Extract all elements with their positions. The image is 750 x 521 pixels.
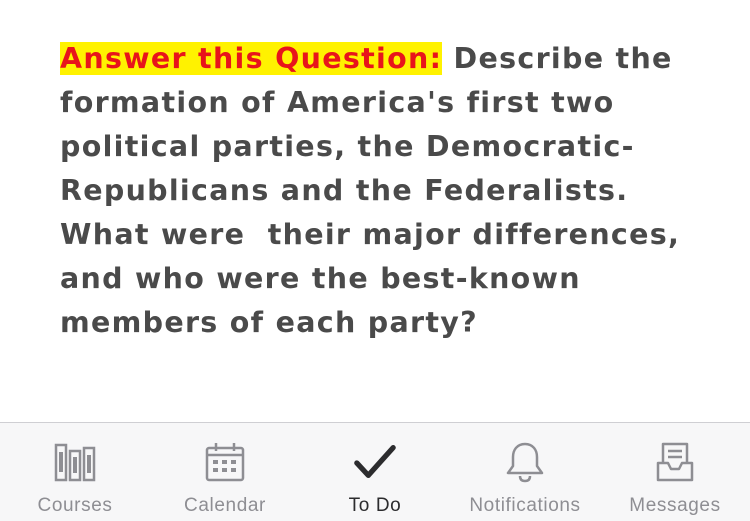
page: Answer this Question: Describe the forma… bbox=[0, 0, 750, 521]
bottom-tab-bar: Courses Calendar To Do Notifications Mes… bbox=[0, 422, 750, 521]
tab-calendar-label: Calendar bbox=[184, 495, 266, 516]
bell-icon bbox=[503, 441, 547, 483]
tab-courses[interactable]: Courses bbox=[0, 423, 150, 521]
tab-calendar[interactable]: Calendar bbox=[150, 423, 300, 521]
calendar-icon bbox=[203, 441, 247, 483]
question-body: Describe the formation of America's firs… bbox=[60, 42, 692, 339]
tab-messages[interactable]: Messages bbox=[600, 423, 750, 521]
courses-icon bbox=[53, 441, 97, 483]
tab-courses-label: Courses bbox=[37, 495, 113, 516]
tab-todo[interactable]: To Do bbox=[300, 423, 450, 521]
answer-prompt-highlight: Answer this Question: bbox=[60, 42, 443, 75]
tab-todo-label: To Do bbox=[348, 495, 402, 516]
tab-notifications[interactable]: Notifications bbox=[450, 423, 600, 521]
tab-notifications-label: Notifications bbox=[469, 495, 581, 516]
question-text: Answer this Question: Describe the forma… bbox=[60, 37, 700, 345]
inbox-icon bbox=[653, 441, 697, 483]
tab-messages-label: Messages bbox=[629, 495, 721, 516]
checkmark-icon bbox=[353, 441, 397, 483]
